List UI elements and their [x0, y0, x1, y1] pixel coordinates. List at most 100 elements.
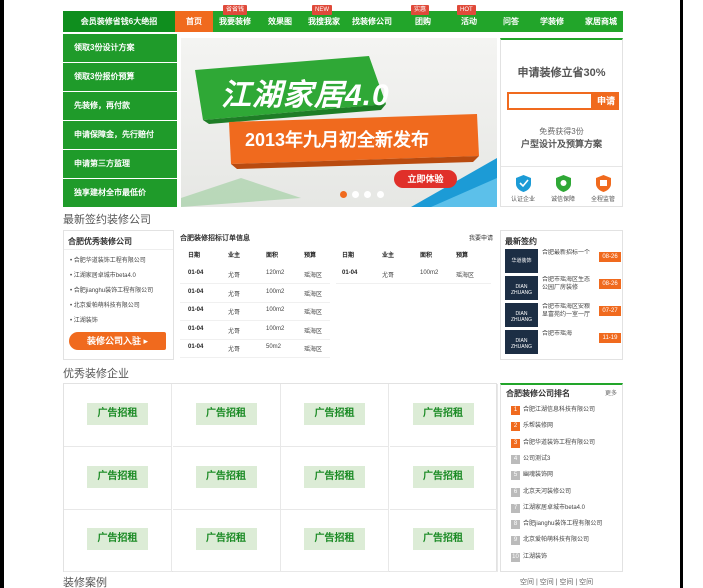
ad-slot[interactable]: 广告招租 — [172, 509, 281, 572]
badge-integrity[interactable]: 诚信保障 — [543, 175, 583, 203]
case-link[interactable]: 空间 — [559, 579, 573, 586]
bidding-header: 业主 — [382, 253, 395, 259]
latest-signed-item[interactable]: DIAN ZHUANG 合肥市瑶海区生态公园厂房装修 08-26 — [505, 276, 621, 302]
ranking-item[interactable]: 3 合肥华道装饰工程有限公司 — [511, 438, 621, 451]
ad-slot[interactable]: 广告招租 — [172, 384, 281, 447]
ad-slot[interactable]: 广告招租 — [281, 446, 389, 510]
rank-number: 2 — [511, 422, 520, 432]
page: 会员装修省钱6大绝招 首页 我要装修 省省钱 效果图 我搜我家 NEW 找装修公司 团购 实惠活… — [0, 0, 703, 588]
apply-panel: 申请装修立省30% 申请 免费获得3份 户型设计及预算方案 认证企业 诚信保障 … — [500, 38, 623, 207]
promo-link[interactable]: 会员装修省钱6大绝招 — [63, 11, 175, 32]
hero-banner[interactable]: 江湖家居4.0 2013年九月初全新发布 立即体验 — [181, 38, 497, 207]
ad-slot[interactable]: 广告招租 — [281, 509, 389, 572]
apply-button[interactable]: 申请 — [593, 92, 619, 110]
company-logo-text: 华道装饰 — [511, 258, 532, 264]
bidding-cell: 100m2 — [266, 307, 285, 313]
latest-signed-item[interactable]: 华道装饰 合肥最新招标一个 08-26 — [505, 249, 621, 275]
nav-item[interactable]: 问答 — [493, 11, 529, 32]
ad-slot[interactable]: 广告招租 — [389, 509, 498, 572]
latest-signed-item[interactable]: DIAN ZHUANG 合肥市瑶海 11-19 — [505, 330, 621, 356]
supervision-icon — [595, 175, 611, 192]
bidding-row-divider — [180, 301, 330, 303]
company-name: 合肥华道装饰工程有限公司 — [73, 258, 146, 264]
banner-dot[interactable] — [376, 191, 384, 198]
bidding-cell: 尤哥 — [382, 273, 395, 279]
company-list-item[interactable]: • 江湖装饰 — [64, 314, 173, 329]
service-menu-item[interactable]: 独享建材全市最低价 — [63, 179, 177, 207]
company-logo: 华道装饰 — [505, 249, 538, 273]
nav-item[interactable]: 家居商城 — [579, 11, 623, 32]
ranking-item[interactable]: 7 江湖家居卓城市beta4.0 — [511, 503, 621, 516]
ad-slot[interactable]: 广告招租 — [172, 446, 281, 510]
case-link[interactable]: 空间 — [579, 579, 593, 586]
banner-try-button[interactable]: 立即体验 — [394, 170, 457, 188]
rank-number: 5 — [511, 471, 520, 481]
nav-item[interactable]: 学装修 — [529, 11, 575, 32]
ranking-company-name: 江湖装饰 — [523, 553, 548, 560]
badge-certified[interactable]: 认证企业 — [503, 175, 543, 203]
bidding-row-divider — [336, 283, 491, 284]
ad-label: 广告招租 — [195, 528, 257, 550]
bidding-row-divider — [180, 338, 330, 340]
banner-title: 江湖家居4.0 — [221, 79, 390, 112]
badge-supervision[interactable]: 全程监管 — [583, 175, 623, 203]
ranking-item[interactable]: 1 合肥江湖信息科技有限公司 — [511, 405, 621, 418]
bidding-cell: 瑶海区 — [304, 347, 323, 353]
bidding-cell: 尤哥 — [228, 328, 241, 335]
latest-signed-date: 07-27 — [599, 306, 621, 316]
service-menu-item[interactable]: 申请第三方监理 — [63, 150, 177, 178]
service-menu-item[interactable]: 先装修，再付款 — [63, 92, 177, 120]
bidding-header: 面积 — [266, 253, 279, 259]
ad-slot[interactable]: 广告招租 — [64, 446, 172, 510]
latest-signed-item[interactable]: DIAN ZHUANG 合肥市瑶海区安粮显富苑约一室一厅 07-27 — [505, 303, 621, 329]
ad-label: 广告招租 — [195, 403, 257, 425]
ranking-item[interactable]: 8 合肥jianghu装饰工程有限公司 — [511, 519, 621, 532]
ranking-item[interactable]: 10 江湖装饰 — [511, 552, 621, 565]
company-list-item[interactable]: • 合肥华道装饰工程有限公司 — [64, 254, 173, 269]
apply-input[interactable] — [507, 92, 593, 110]
ad-slot[interactable]: 广告招租 — [389, 446, 498, 510]
bidding-header: 日期 — [342, 253, 355, 259]
nav-tag-badge: NEW — [312, 5, 332, 15]
case-link[interactable]: 空间 — [540, 579, 554, 586]
company-logo-text: DIAN ZHUANG — [510, 338, 533, 350]
apply-sub2: 户型设计及预算方案 — [520, 139, 602, 149]
banner-dot[interactable] — [352, 191, 360, 198]
right-border — [680, 0, 683, 588]
case-link[interactable]: 空间 — [520, 579, 534, 586]
latest-signed-date: 08-26 — [599, 279, 621, 289]
ad-slot[interactable]: 广告招租 — [64, 509, 172, 572]
ranking-item[interactable]: 6 北京天河装修公司 — [511, 487, 621, 500]
banner-dot[interactable] — [340, 191, 347, 198]
company-list-item[interactable]: • 北京爱帕萌科技有限公司 — [64, 299, 173, 314]
nav-item[interactable]: 效果图 — [261, 11, 299, 32]
company-name: 江湖家居卓城市beta4.0 — [73, 273, 136, 279]
bidding-cell: 尤哥 — [228, 310, 241, 316]
ranking-item[interactable]: 9 北京爱帕萌科技有限公司 — [511, 535, 621, 548]
ranking-item[interactable]: 2 乐帮装修网 — [511, 421, 621, 434]
latest-signed-date: 11-19 — [599, 333, 621, 343]
nav-item[interactable]: 找装修公司 — [347, 11, 397, 32]
ad-slot[interactable]: 广告招租 — [281, 384, 389, 447]
bidding-cell: 50m2 — [266, 344, 282, 350]
company-list-item[interactable]: • 江湖家居卓城市beta4.0 — [64, 269, 173, 284]
ad-label: 广告招租 — [304, 403, 365, 425]
ranking-item[interactable]: 5 幽魂装饰网 — [511, 470, 621, 483]
ranking-more-link[interactable]: 更多 — [605, 388, 617, 397]
service-menu-item[interactable]: 领取3份设计方案 — [63, 34, 177, 62]
service-menu-item[interactable]: 领取3份报价预算 — [63, 63, 177, 91]
service-menu: 领取3份设计方案 领取3份报价预算 先装修，再付款 申请保障金，先行赔付 申请第三方监理… — [63, 34, 177, 208]
ad-slot[interactable]: 广告招租 — [389, 384, 498, 447]
ad-slot[interactable]: 广告招租 — [64, 384, 172, 447]
nav-item[interactable]: 首页 — [175, 11, 213, 32]
latest-signed-text: 合肥市瑶海区安粮显富苑约一室一厅 — [542, 304, 590, 318]
company-join-button[interactable]: 装修公司入驻 ▸ — [69, 332, 166, 350]
ranking-item[interactable]: 4 公司测试3 — [511, 454, 621, 467]
service-menu-item[interactable]: 申请保障金，先行赔付 — [63, 121, 177, 149]
company-list-item[interactable]: • 合肥jianghu装饰工程有限公司 — [64, 284, 173, 299]
company-name: 合肥jianghu装饰工程有限公司 — [73, 288, 154, 294]
bidding-header: 预算 — [456, 253, 469, 259]
rank-number: 4 — [511, 454, 520, 464]
bidding-apply-link[interactable]: 我要申请 — [469, 233, 493, 242]
banner-dot[interactable] — [364, 191, 372, 198]
